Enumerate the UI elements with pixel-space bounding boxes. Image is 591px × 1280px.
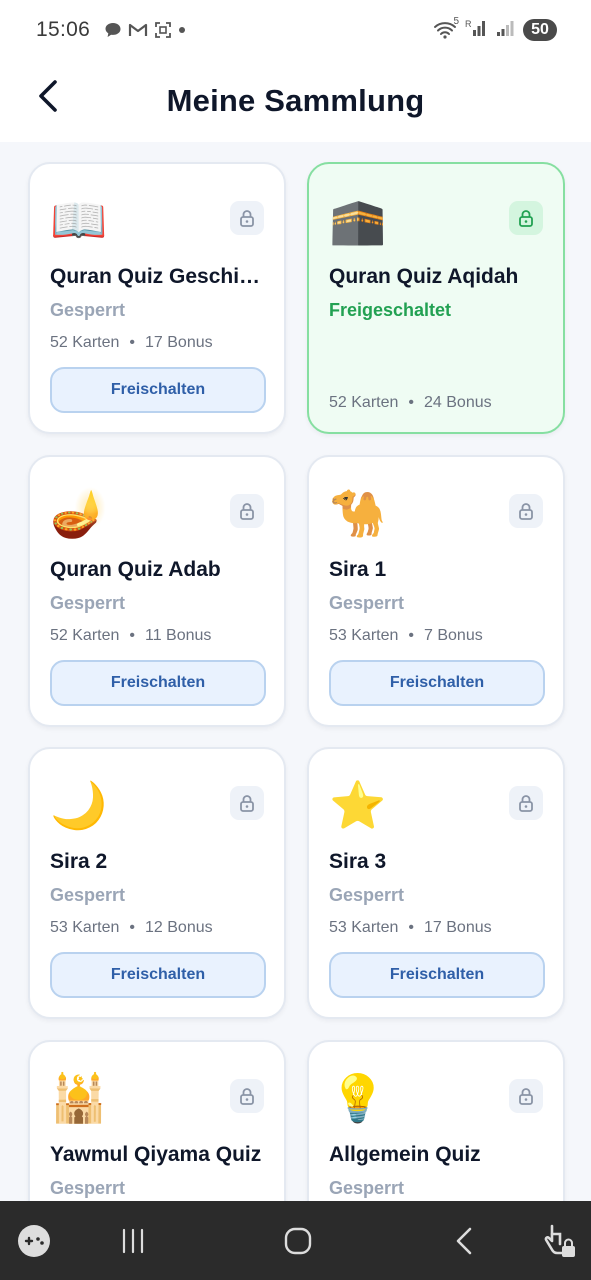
bonus-count: 17 Bonus (424, 919, 492, 936)
gamepad-icon[interactable] (14, 1221, 54, 1261)
notification-icons (104, 20, 186, 40)
card-status: Gesperrt (329, 885, 405, 905)
svg-text:R: R (465, 19, 472, 29)
separator-dot: • (129, 627, 135, 644)
lock-icon (230, 1079, 264, 1113)
separator-dot: • (129, 334, 135, 351)
page-title: Meine Sammlung (166, 83, 425, 118)
card-count: 53 Karten (329, 627, 399, 644)
bonus-count: 17 Bonus (145, 334, 213, 351)
collection-card[interactable]: 💡 Allgemein Quiz Gesperrt (307, 1040, 565, 1201)
collection-card[interactable]: 🕌 Yawmul Qiyama Quiz Gesperrt (28, 1040, 286, 1201)
system-navigation-bar (0, 1201, 591, 1280)
lock-icon (509, 786, 543, 820)
card-title: Quran Quiz Adab (50, 558, 221, 581)
card-status: Freigeschaltet (329, 300, 452, 320)
separator-dot: • (129, 919, 135, 936)
status-time: 15:06 (36, 18, 91, 41)
bonus-count: 24 Bonus (424, 394, 492, 411)
back-icon[interactable] (444, 1221, 484, 1261)
unlock-button[interactable]: Freischalten (50, 367, 266, 413)
bonus-count: 7 Bonus (424, 627, 483, 644)
lock-icon (230, 786, 264, 820)
separator-dot: • (408, 627, 414, 644)
gmail-icon (128, 20, 148, 40)
card-meta: 52 Karten • 24 Bonus (329, 394, 492, 412)
lock-icon (509, 201, 543, 235)
unlock-button[interactable]: Freischalten (329, 660, 545, 706)
back-button[interactable] (28, 76, 68, 116)
unlock-button[interactable]: Freischalten (50, 660, 266, 706)
collection-card[interactable]: 🕋 Quran Quiz Aqidah Freigeschaltet 52 Karte… (307, 162, 565, 434)
card-status: Gesperrt (50, 300, 126, 320)
card-title: Quran Quiz Geschichten (50, 265, 270, 288)
star-icon: ⭐ (329, 778, 387, 832)
collection-card[interactable]: 🌙 Sira 2 Gesperrt 53 Karten • 12 Bonus Freisch… (28, 747, 286, 1019)
card-count: 53 Karten (329, 919, 399, 936)
card-status: Gesperrt (329, 1178, 405, 1198)
open-book-icon: 📖 (50, 193, 108, 247)
status-bar: 15:06 5 R 50 (0, 0, 591, 60)
card-status: Gesperrt (50, 593, 126, 613)
card-meta: 53 Karten • 17 Bonus (329, 919, 492, 937)
mosque-icon: 🕌 (50, 1071, 108, 1125)
collection-card[interactable]: ⭐ Sira 3 Gesperrt 53 Karten • 17 Bonus Freisch… (307, 747, 565, 1019)
wifi-icon: 5 (433, 16, 459, 40)
card-status: Gesperrt (50, 885, 126, 905)
card-meta: 53 Karten • 7 Bonus (329, 627, 483, 645)
collection-grid: 📖 Quran Quiz Geschichten Gesperrt 52 Karten… (0, 142, 591, 1201)
lock-icon (230, 494, 264, 528)
battery-indicator: 50 (523, 19, 557, 41)
app-header: Meine Sammlung (0, 60, 591, 142)
signal-icon (495, 18, 515, 43)
card-count: 53 Karten (50, 919, 120, 936)
touch-lock-icon[interactable] (540, 1221, 580, 1261)
unlock-button[interactable]: Freischalten (329, 952, 545, 998)
unlock-button[interactable]: Freischalten (50, 952, 266, 998)
card-count: 52 Karten (50, 334, 120, 351)
card-title: Allgemein Quiz (329, 1143, 481, 1166)
card-title: Sira 3 (329, 850, 387, 873)
bonus-count: 11 Bonus (145, 627, 212, 644)
card-meta: 52 Karten • 11 Bonus (50, 627, 211, 645)
card-title: Quran Quiz Aqidah (329, 265, 519, 288)
lock-icon (509, 494, 543, 528)
separator-dot: • (408, 919, 414, 936)
screenshot-icon (154, 20, 172, 40)
card-meta: 52 Karten • 17 Bonus (50, 334, 213, 352)
collection-card[interactable]: 🪔 Quran Quiz Adab Gesperrt 52 Karten • 11 Bon… (28, 455, 286, 727)
card-meta: 53 Karten • 12 Bonus (50, 919, 213, 937)
chevron-left-icon (39, 80, 57, 112)
lock-icon (509, 1079, 543, 1113)
card-count: 52 Karten (50, 627, 120, 644)
chat-bubble-icon (104, 20, 122, 40)
recent-apps-icon[interactable] (113, 1221, 153, 1261)
dot-icon (178, 20, 186, 40)
camel-icon: 🐪 (329, 486, 387, 540)
collection-card[interactable]: 📖 Quran Quiz Geschichten Gesperrt 52 Karten… (28, 162, 286, 434)
card-count: 52 Karten (329, 394, 399, 411)
kaaba-icon: 🕋 (329, 193, 387, 247)
collection-card[interactable]: 🐪 Sira 1 Gesperrt 53 Karten • 7 Bonus Freischa… (307, 455, 565, 727)
card-title: Sira 1 (329, 558, 387, 581)
bonus-count: 12 Bonus (145, 919, 213, 936)
card-status: Gesperrt (50, 1178, 126, 1198)
card-title: Sira 2 (50, 850, 108, 873)
card-title: Yawmul Qiyama Quiz (50, 1143, 262, 1166)
oil-lamp-icon: 🪔 (50, 486, 108, 540)
signal-r-icon: R (465, 18, 487, 43)
home-icon[interactable] (278, 1221, 318, 1261)
system-icons: 5 R 50 (433, 16, 557, 43)
separator-dot: • (408, 394, 414, 411)
lock-icon (230, 201, 264, 235)
crescent-moon-icon: 🌙 (50, 778, 108, 832)
light-bulb-icon: 💡 (329, 1071, 387, 1125)
card-status: Gesperrt (329, 593, 405, 613)
wifi-label: 5 (453, 16, 459, 27)
